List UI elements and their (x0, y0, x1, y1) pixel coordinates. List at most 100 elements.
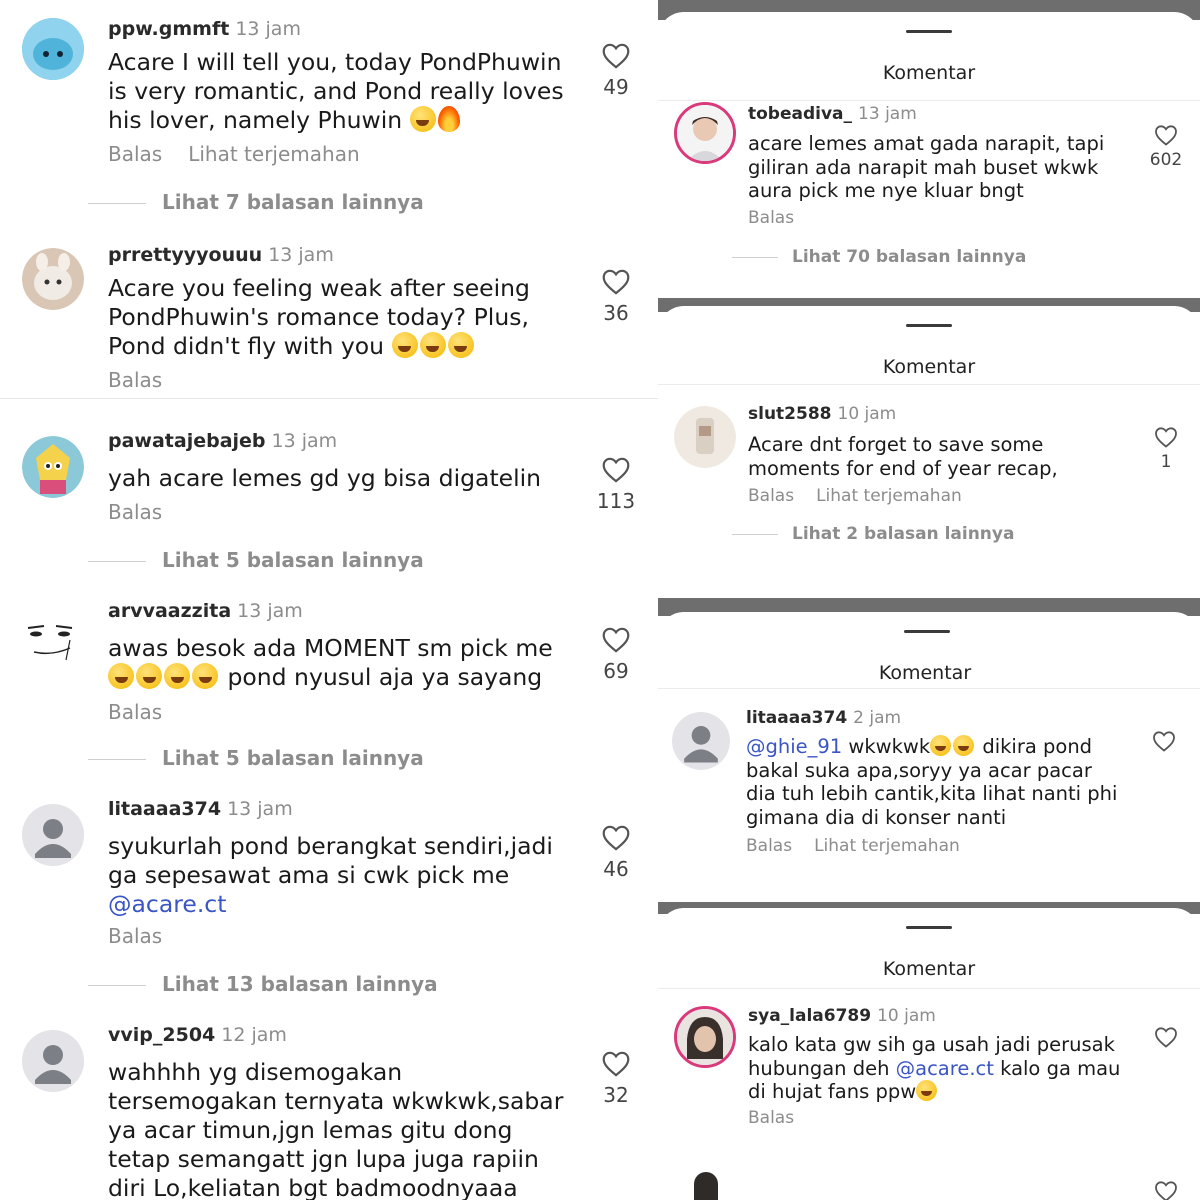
view-more-replies[interactable]: Lihat 13 balasan lainnya (88, 972, 438, 996)
reply-button[interactable]: Balas (748, 208, 794, 228)
avatar[interactable] (22, 1030, 84, 1092)
sheet-title: Komentar (882, 356, 976, 378)
heart-icon (602, 825, 630, 851)
like-button[interactable]: 32 (596, 1050, 636, 1107)
drag-handle[interactable] (906, 926, 952, 929)
mention-link[interactable]: @acare.ct (108, 890, 226, 918)
comments-sheet: Komentar sya_lala6789 10 jam kalo kata gw… (658, 908, 1200, 1200)
grinning-tears-emoji (447, 332, 474, 358)
view-more-replies[interactable]: Lihat 7 balasan lainnya (88, 190, 424, 214)
sheet-title: Komentar (878, 662, 972, 684)
heart-icon (1155, 427, 1177, 448)
translate-button[interactable]: Lihat terjemahan (816, 486, 962, 506)
username[interactable]: vvip_2504 (108, 1024, 215, 1046)
avatar[interactable] (22, 18, 84, 80)
right-panels: Komentar tobeadiva_ 13 jam acare lemes am… (658, 0, 1200, 1200)
avatar[interactable] (674, 102, 736, 164)
rofl-emoji (930, 735, 952, 756)
avatar[interactable] (672, 712, 730, 770)
like-count: 36 (603, 301, 629, 325)
sheet-title: Komentar (882, 958, 976, 980)
mention-link[interactable]: @ghie_91 (746, 735, 842, 758)
avatar[interactable] (22, 248, 84, 310)
like-count: 113 (596, 489, 636, 513)
heart-icon (1155, 1181, 1177, 1200)
heart-icon (602, 627, 630, 653)
reply-button[interactable]: Balas (108, 500, 162, 524)
avatar[interactable] (22, 436, 84, 498)
reply-button[interactable]: Balas (748, 486, 794, 506)
like-button[interactable] (1144, 730, 1184, 752)
reply-button[interactable]: Balas (746, 836, 792, 856)
avatar[interactable] (22, 804, 84, 866)
avatar[interactable] (674, 1006, 736, 1068)
comment-text: awas besok ada MOMENT sm pick me pond ny… (108, 634, 553, 691)
grinning-tears-emoji (108, 663, 134, 689)
drag-handle[interactable] (906, 30, 952, 33)
username[interactable]: ppw.gmmft (108, 18, 229, 40)
rofl-emoji (953, 735, 975, 756)
grinning-tears-emoji (164, 663, 190, 689)
timestamp: 13 jam (227, 798, 293, 820)
username[interactable]: tobeadiva_ (748, 104, 852, 124)
username[interactable]: sya_lala6789 (748, 1006, 871, 1026)
like-button[interactable]: 1 (1146, 426, 1186, 472)
view-more-replies[interactable]: Lihat 2 balasan lainnya (732, 524, 1014, 544)
avatar[interactable] (22, 604, 84, 666)
timestamp: 2 jam (853, 708, 902, 728)
comment-item: arvvaazzita 13 jam awas besok ada MOMENT … (0, 600, 658, 780)
like-button[interactable]: 36 (596, 268, 636, 325)
view-more-replies[interactable]: Lihat 5 balasan lainnya (88, 746, 424, 770)
avatar[interactable] (674, 406, 736, 468)
grinning-tears-emoji (136, 663, 162, 689)
reply-button[interactable]: Balas (108, 924, 162, 948)
username[interactable]: pawatajebajeb (108, 430, 266, 452)
comment-item: vvip_2504 12 jam wahhhh yg disemogakan te… (0, 1024, 658, 1200)
comment-text: @ghie_91 wkwkwk dikira pond bakal suka a… (746, 735, 1118, 829)
username[interactable]: litaaaa374 (108, 798, 221, 820)
default-avatar-icon (22, 1030, 84, 1092)
grinning-tears-emoji (409, 106, 436, 132)
comments-sheet: Komentar litaaaa374 2 jam @ghie_91 wkwkwk… (658, 612, 1200, 902)
default-avatar-icon (672, 712, 730, 770)
fire-emoji (437, 106, 460, 132)
translate-button[interactable]: Lihat terjemahan (814, 836, 960, 856)
comment-text: wahhhh yg disemogakan tersemogakan terny… (108, 1058, 564, 1200)
default-avatar-icon (22, 804, 84, 866)
username[interactable]: litaaaa374 (746, 708, 847, 728)
comments-sheet: Komentar slut2588 10 jam Acare dnt forget… (658, 306, 1200, 598)
comment-item: prrettyyyouuu 13 jam Acare you feeling we… (0, 244, 658, 404)
like-count: 32 (603, 1083, 629, 1107)
like-button[interactable]: 49 (596, 42, 636, 99)
grinning-tears-emoji (192, 663, 218, 689)
comment-text: acare lemes amat gada narapit, tapi gili… (748, 132, 1105, 202)
heart-icon (1153, 731, 1175, 752)
translate-button[interactable]: Lihat terjemahan (188, 142, 359, 166)
reply-button[interactable]: Balas (748, 1108, 794, 1128)
comment-text: syukurlah pond berangkat sendiri,jadi ga… (108, 832, 553, 918)
timestamp: 10 jam (837, 404, 897, 424)
like-button[interactable]: 46 (596, 824, 636, 881)
drag-handle[interactable] (906, 324, 952, 327)
like-button[interactable] (1146, 1180, 1186, 1200)
like-count: 602 (1149, 150, 1183, 170)
username[interactable]: arvvaazzita (108, 600, 231, 622)
reply-button[interactable]: Balas (108, 368, 162, 392)
mention-link[interactable]: @acare.ct (896, 1057, 994, 1080)
left-comment-list: ppw.gmmft 13 jam Acare I will tell you, t… (0, 0, 658, 1200)
drag-handle[interactable] (904, 630, 950, 633)
like-button[interactable]: 602 (1146, 124, 1186, 170)
like-button[interactable] (1146, 1026, 1186, 1048)
timestamp: 13 jam (271, 430, 338, 452)
timestamp: 13 jam (235, 18, 301, 40)
reply-button[interactable]: Balas (108, 142, 162, 166)
reply-button[interactable]: Balas (108, 700, 162, 724)
like-button[interactable]: 69 (596, 626, 636, 683)
avatar[interactable] (694, 1172, 718, 1200)
like-button[interactable]: 113 (596, 456, 636, 513)
view-more-replies[interactable]: Lihat 5 balasan lainnya (88, 548, 424, 572)
username[interactable]: prrettyyyouuu (108, 244, 262, 266)
username[interactable]: slut2588 (748, 404, 832, 424)
view-more-replies[interactable]: Lihat 70 balasan lainnya (732, 247, 1026, 267)
heart-icon (602, 269, 630, 295)
